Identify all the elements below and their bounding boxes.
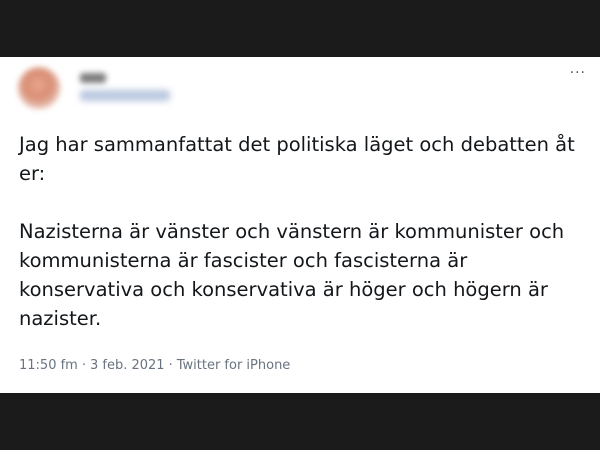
tweet-date[interactable]: 3 feb. 2021 bbox=[90, 358, 165, 373]
meta-separator: · bbox=[81, 358, 86, 373]
tweet-time[interactable]: 11:50 fm bbox=[19, 358, 78, 373]
tweet-paragraph: Jag har sammanfattat det politiska läget… bbox=[19, 133, 575, 185]
tweet-paragraph: Nazisterna är vänster och vänstern är ko… bbox=[19, 220, 565, 330]
more-options-icon[interactable]: ··· bbox=[570, 65, 586, 81]
user-handle-redacted[interactable] bbox=[80, 90, 170, 101]
user-name-redacted[interactable] bbox=[80, 73, 106, 83]
tweet-source[interactable]: Twitter for iPhone bbox=[177, 358, 291, 373]
tweet-card: ··· Jag har sammanfattat det politiska l… bbox=[0, 57, 600, 393]
tweet-metadata: 11:50 fm · 3 feb. 2021 · Twitter for iPhone bbox=[19, 358, 290, 373]
meta-separator: · bbox=[168, 358, 173, 373]
tweet-text: Jag har sammanfattat det politiska läget… bbox=[19, 130, 589, 333]
avatar[interactable] bbox=[18, 67, 60, 109]
screenshot-frame: ··· Jag har sammanfattat det politiska l… bbox=[0, 0, 600, 450]
